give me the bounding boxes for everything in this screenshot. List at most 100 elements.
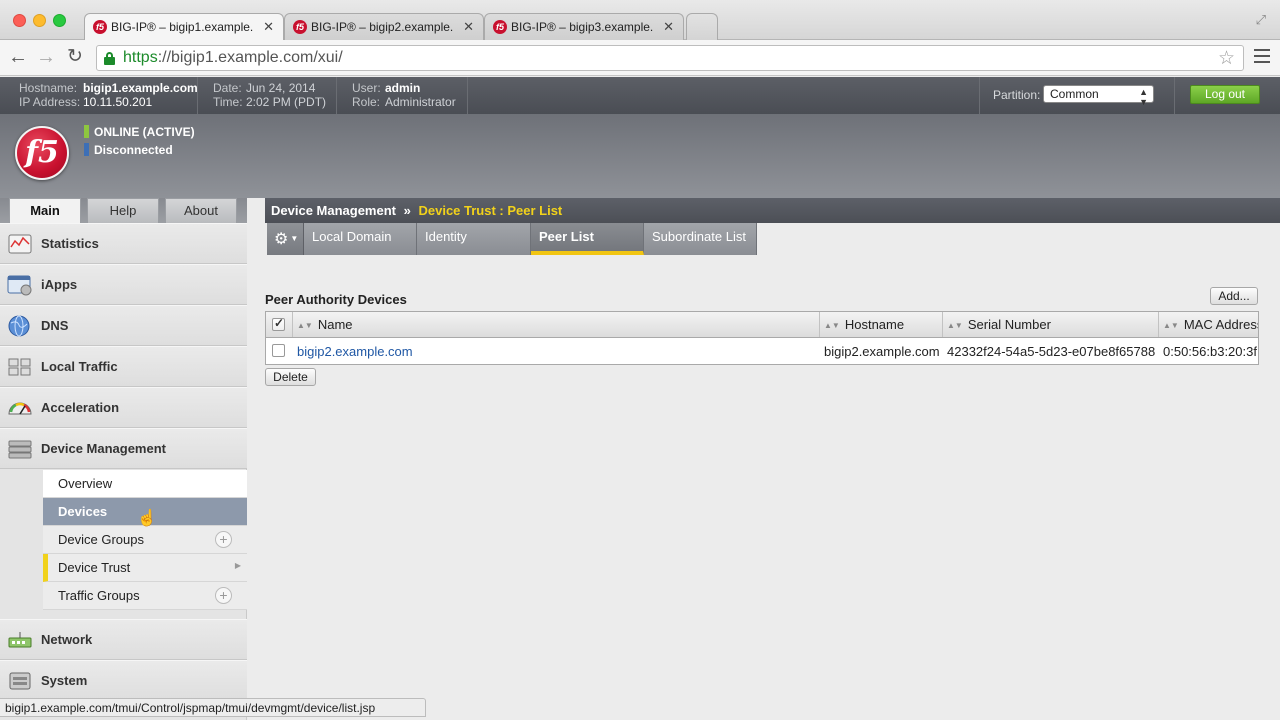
tab-subordinate-list[interactable]: Subordinate List bbox=[644, 223, 757, 255]
sidebar-item-label: iApps bbox=[41, 277, 78, 292]
sort-icon: ▲▼ bbox=[1163, 321, 1179, 330]
iapps-icon bbox=[7, 275, 32, 296]
partition-select[interactable]: Common ▲ ▼ bbox=[1043, 85, 1154, 107]
cell-name: bigip2.example.com bbox=[293, 338, 820, 364]
sort-icon: ▲▼ bbox=[947, 321, 963, 330]
cell-hostname: bigip2.example.com bbox=[824, 344, 940, 359]
tab-help[interactable]: Help bbox=[87, 198, 159, 223]
sidebar-item-label: DNS bbox=[41, 318, 69, 333]
column-header-mac[interactable]: ▲▼ MAC Address bbox=[1159, 312, 1258, 337]
browser-tab-bigip3[interactable]: f5 BIG-IP® – bigip3.example. ✕ bbox=[484, 13, 684, 40]
column-label: Hostname bbox=[844, 317, 905, 332]
select-arrows-icon: ▲ ▼ bbox=[1139, 87, 1148, 107]
f5-banner: f5 ONLINE (ACTIVE) Disconnected bbox=[0, 114, 1280, 198]
browser-menu-icon[interactable] bbox=[1254, 49, 1270, 63]
reload-icon[interactable]: ↻ bbox=[64, 46, 86, 68]
f5-logo: f5 bbox=[15, 126, 69, 180]
add-traffic-group-icon[interactable]: + bbox=[215, 587, 232, 604]
tab-identity[interactable]: Identity bbox=[417, 223, 531, 255]
browser-tab-title: BIG-IP® – bigip3.example. bbox=[511, 20, 654, 34]
sidebar-sub-label: Device Groups bbox=[58, 532, 144, 547]
sidebar-item-label: Statistics bbox=[41, 236, 99, 251]
sidebar-sub-label: Overview bbox=[58, 476, 113, 491]
column-header-hostname[interactable]: ▲▼ Hostname bbox=[820, 312, 943, 337]
address-bar[interactable]: https://bigip1.example.com/xui/ ☆ bbox=[96, 45, 1244, 71]
sidebar-sub-device-trust[interactable]: Device Trust ▶ bbox=[43, 554, 247, 582]
online-status-text: ONLINE (ACTIVE) bbox=[94, 125, 195, 139]
fullscreen-icon[interactable]: ⤢ bbox=[1256, 12, 1266, 28]
local-traffic-icon bbox=[8, 358, 31, 376]
role-label: Role: bbox=[352, 95, 381, 109]
column-label: Serial Number bbox=[967, 317, 1051, 332]
sidebar-item-dns[interactable]: DNS bbox=[0, 305, 247, 346]
main-help-about-tabs: Main Help About bbox=[0, 198, 247, 224]
online-indicator-icon bbox=[84, 125, 89, 138]
browser-toolbar: ← → ↻ https://bigip1.example.com/xui/ ☆ bbox=[0, 40, 1280, 76]
delete-button[interactable]: Delete bbox=[265, 368, 316, 386]
tab-peer-list[interactable]: Peer List bbox=[531, 223, 644, 255]
sidebar-item-label: Local Traffic bbox=[41, 359, 118, 374]
zoom-window-button[interactable] bbox=[53, 14, 66, 27]
close-tab-icon[interactable]: ✕ bbox=[663, 19, 674, 35]
device-name-link[interactable]: bigip2.example.com bbox=[297, 344, 413, 359]
browser-tab-bigip1[interactable]: f5 BIG-IP® – bigip1.example. ✕ bbox=[84, 13, 284, 41]
tab-local-domain[interactable]: Local Domain bbox=[304, 223, 417, 255]
new-tab-button[interactable] bbox=[686, 13, 718, 40]
sidebar-item-system[interactable]: System bbox=[0, 660, 247, 701]
logout-button[interactable]: Log out bbox=[1190, 85, 1260, 104]
sidebar: Statistics iApps DNS Local Traffic Accel… bbox=[0, 223, 247, 720]
breadcrumb-separator: » bbox=[403, 203, 411, 218]
peer-devices-table: ▲▼ Name ▲▼ Hostname ▲▼ Serial Number ▲▼ MAC … bbox=[265, 311, 1259, 365]
column-header-serial[interactable]: ▲▼ Serial Number bbox=[943, 312, 1159, 337]
bookmark-star-icon[interactable]: ☆ bbox=[1218, 47, 1235, 70]
sidebar-item-acceleration[interactable]: Acceleration bbox=[0, 387, 247, 428]
table-header: ▲▼ Name ▲▼ Hostname ▲▼ Serial Number ▲▼ MAC … bbox=[266, 312, 1258, 338]
cell-mac: 0:50:56:b3:20:3f bbox=[1163, 344, 1257, 359]
sidebar-sub-label: Device Trust bbox=[58, 560, 131, 575]
add-button[interactable]: Add... bbox=[1210, 287, 1258, 305]
sidebar-sub-device-groups[interactable]: Device Groups + bbox=[43, 526, 247, 554]
sidebar-item-iapps[interactable]: iApps bbox=[0, 264, 247, 305]
forward-arrow-icon[interactable]: → bbox=[35, 46, 57, 68]
select-all-checkbox[interactable] bbox=[272, 316, 285, 331]
sidebar-item-local-traffic[interactable]: Local Traffic bbox=[0, 346, 247, 387]
tab-main[interactable]: Main bbox=[9, 198, 81, 224]
sidebar-item-label: Acceleration bbox=[41, 400, 120, 415]
breadcrumb-section[interactable]: Device Management bbox=[271, 203, 396, 218]
ip-value: 10.11.50.201 bbox=[83, 95, 153, 109]
system-icon bbox=[9, 672, 31, 690]
f5-favicon-icon: f5 bbox=[93, 20, 107, 34]
time-label: Time: bbox=[213, 95, 243, 109]
sort-icon: ▲▼ bbox=[824, 321, 840, 330]
close-tab-icon[interactable]: ✕ bbox=[463, 19, 474, 35]
sort-icon: ▲▼ bbox=[297, 321, 313, 330]
browser-tab-bigip2[interactable]: f5 BIG-IP® – bigip2.example. ✕ bbox=[284, 13, 484, 40]
row-select-cell bbox=[266, 338, 293, 364]
sidebar-item-statistics[interactable]: Statistics bbox=[0, 223, 247, 264]
user-value: admin bbox=[385, 81, 421, 95]
cell-serial: 42332f24-54a5-5d23-e07be8f65788 bbox=[947, 344, 1156, 359]
lock-icon bbox=[104, 52, 115, 65]
column-header-name[interactable]: ▲▼ Name bbox=[293, 312, 820, 337]
minimize-window-button[interactable] bbox=[33, 14, 46, 27]
statistics-icon bbox=[8, 234, 32, 254]
sidebar-sub-overview[interactable]: Overview bbox=[43, 470, 247, 498]
hostname-label: Hostname: bbox=[19, 81, 78, 95]
add-device-group-icon[interactable]: + bbox=[215, 531, 232, 548]
tab-about[interactable]: About bbox=[165, 198, 237, 223]
f5-favicon-icon: f5 bbox=[293, 20, 307, 34]
row-checkbox[interactable] bbox=[272, 344, 285, 357]
partition-value: Common bbox=[1050, 87, 1099, 101]
back-arrow-icon[interactable]: ← bbox=[7, 46, 29, 68]
breadcrumb: Device Management » Device Trust : Peer … bbox=[265, 198, 1280, 223]
sidebar-item-network[interactable]: Network bbox=[0, 619, 247, 660]
close-tab-icon[interactable]: ✕ bbox=[263, 19, 274, 35]
gear-menu-button[interactable]: ⚙ ▼ bbox=[267, 223, 304, 255]
breadcrumb-current: Device Trust : Peer List bbox=[418, 203, 563, 218]
sidebar-sub-label: Traffic Groups bbox=[58, 588, 140, 603]
close-window-button[interactable] bbox=[13, 14, 26, 27]
sidebar-item-device-management[interactable]: Device Management bbox=[0, 428, 247, 469]
sidebar-sub-traffic-groups[interactable]: Traffic Groups + bbox=[43, 582, 247, 610]
partition-label: Partition: bbox=[993, 88, 1041, 102]
select-all-cell bbox=[266, 312, 293, 337]
